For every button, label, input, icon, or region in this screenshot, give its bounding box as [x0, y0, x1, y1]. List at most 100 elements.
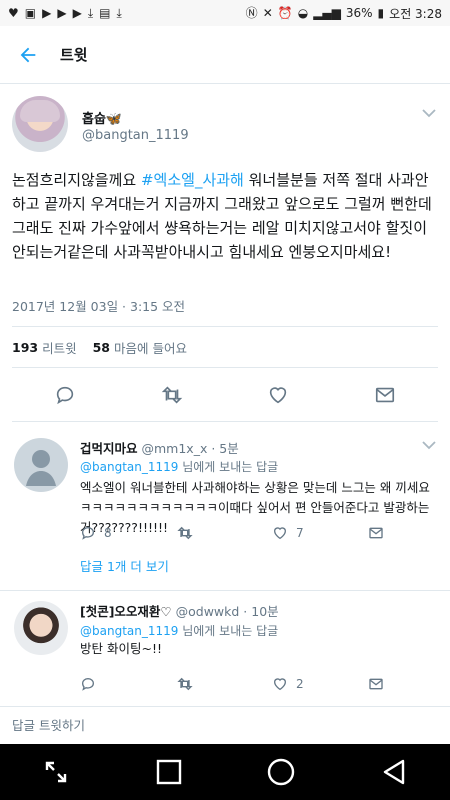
like-count[interactable]: 58 [93, 340, 110, 355]
replying-to-handle[interactable]: @bangtan_1119 [80, 624, 178, 638]
reply-author-name[interactable]: [첫콘]오오재환♡ [80, 604, 172, 619]
reply-button[interactable]: 8 [80, 525, 176, 541]
retweet-button[interactable] [152, 375, 192, 415]
reply-compose-field[interactable]: 답글 트윗하기 [0, 706, 450, 740]
back-button[interactable] [0, 26, 56, 84]
status-bar: ♥ ▣ ▶ ▶ ▶ ⤓ ▤ ⤓ Ⓝ ✕ ⏰ ◒ ▂▄▆ 36% ▮ 오전 3:2… [0, 0, 450, 26]
battery-icon: ▮ [377, 6, 385, 20]
system-navigation-bar [0, 744, 450, 800]
default-person-icon [26, 450, 56, 486]
tweet-timestamp: 2017년 12월 03일 · 3:15 오전 [12, 299, 186, 314]
like-button[interactable] [258, 375, 298, 415]
heart-icon [273, 527, 287, 540]
like-label[interactable]: 마음에 들어요 [114, 338, 187, 357]
download-icon: ⤓ [87, 6, 94, 20]
like-button[interactable]: 7 [272, 525, 368, 541]
home-button[interactable] [253, 744, 309, 800]
reply-author-name[interactable]: 겁먹지마요 [80, 441, 138, 456]
tweet-stats: 193 리트윗 58 마음에 들어요 [12, 326, 438, 368]
share-button[interactable] [368, 676, 384, 692]
page-title: 트윗 [60, 46, 88, 64]
signal-icon: ▂▄▆ [313, 6, 341, 20]
tweet-author: 홉숩🦋 @bangtan_1119 [0, 84, 450, 164]
tweet-text-start: 논점흐리지않을께요 [12, 171, 141, 189]
author-name[interactable]: 홉숩🦋 [82, 108, 122, 127]
main-tweet: 홉숩🦋 @bangtan_1119 논점흐리지않을께요 #엑소엘_사과해 워너블… [0, 84, 450, 422]
clock: 오전 3:28 [389, 6, 442, 21]
chevron-down-icon[interactable] [422, 106, 436, 122]
speech-bubble-icon [81, 677, 95, 691]
replying-to-suffix: 님에게 보내는 답글 [178, 460, 279, 474]
retweet-label[interactable]: 리트윗 [42, 338, 77, 357]
youtube-notification-icon: ▶ [57, 6, 67, 20]
chevron-down-svg [422, 441, 436, 450]
triangle-back-icon [383, 759, 404, 785]
reply-tweet[interactable]: 겁먹지마요 @mm1x_x · 5분 @bangtan_1119 님에게 보내는… [0, 424, 450, 590]
reply-actions: 2 [80, 671, 430, 697]
share-button[interactable] [368, 525, 384, 541]
replying-to-suffix: 님에게 보내는 답글 [178, 624, 279, 638]
image-notification-icon: ▣ [24, 6, 37, 20]
tweet-text: 논점흐리지않을께요 #엑소엘_사과해 워너블분들 저쪽 절대 사과안하고 끝까지… [0, 164, 450, 284]
replying-to-handle[interactable]: @bangtan_1119 [80, 460, 178, 474]
hashtag-link[interactable]: #엑소엘_사과해 [141, 171, 244, 189]
reply-count: 8 [104, 526, 112, 540]
download-icon: ⤓ [116, 6, 122, 20]
envelope-icon [369, 678, 383, 690]
mute-icon: ✕ [262, 6, 273, 20]
show-more-replies-link[interactable]: 답글 1개 더 보기 [80, 556, 169, 575]
reply-button[interactable] [80, 676, 176, 692]
alarm-icon: ⏰ [277, 6, 293, 20]
reply-text: 방탄 화이팅~!! [80, 641, 162, 656]
circle-icon [268, 758, 295, 786]
expand-icon [46, 761, 67, 783]
author-handle[interactable]: @bangtan_1119 [82, 128, 189, 143]
envelope-icon [369, 527, 383, 539]
speech-bubble-icon [57, 386, 74, 404]
notification-icons: ♥ ▣ ▶ ▶ ▶ ⤓ ▤ ⤓ [8, 6, 122, 20]
heart-notification-icon: ♥ [8, 6, 19, 20]
like-count: 7 [296, 526, 304, 540]
reply-header: 겁먹지마요 @mm1x_x · 5분 [80, 438, 239, 457]
chevron-down-icon[interactable] [422, 438, 436, 454]
square-icon [156, 759, 181, 785]
retweet-button[interactable] [176, 676, 272, 692]
back-nav-button[interactable] [366, 744, 422, 800]
system-status-icons: Ⓝ ✕ ⏰ ◒ ▂▄▆ 36% ▮ 오전 3:28 [246, 5, 442, 22]
like-button[interactable]: 2 [272, 676, 368, 692]
retweet-button[interactable] [176, 525, 272, 541]
recent-apps-button[interactable] [141, 744, 197, 800]
author-avatar[interactable] [12, 96, 68, 152]
avatar-hair [20, 100, 60, 122]
reply-actions: 8 7 [80, 520, 430, 546]
heart-icon [273, 678, 287, 691]
reply-button[interactable] [45, 375, 85, 415]
reply-tweet[interactable]: [첫콘]오오재환♡ @odwwkd · 10분 @bangtan_1119 님에… [0, 591, 450, 705]
like-count: 2 [296, 677, 304, 691]
retweet-icon [177, 526, 193, 540]
app-notification-icon: ▤ [99, 6, 111, 20]
chevron-down-svg [422, 109, 436, 118]
reply-author-handle[interactable]: @mm1x_x · 5분 [142, 441, 239, 456]
wifi-icon: ◒ [297, 6, 309, 20]
default-avatar[interactable] [14, 438, 68, 492]
expand-screen-button[interactable] [28, 744, 84, 800]
share-button[interactable] [365, 375, 405, 415]
reply-author-handle[interactable]: @odwwkd · 10분 [176, 604, 279, 619]
retweet-count[interactable]: 193 [12, 340, 38, 355]
reply-header: [첫콘]오오재환♡ @odwwkd · 10분 [80, 601, 279, 620]
envelope-icon [375, 387, 394, 402]
replying-to: @bangtan_1119 님에게 보내는 답글 [80, 622, 278, 639]
youtube-notification-icon: ▶ [72, 6, 82, 20]
speech-bubble-icon [81, 526, 95, 540]
retweet-icon [161, 385, 182, 404]
tweet-actions [12, 368, 438, 422]
nfc-icon: Ⓝ [245, 6, 258, 20]
app-header: 트윗 [0, 26, 450, 84]
battery-level: 36% [345, 6, 373, 20]
replying-to: @bangtan_1119 님에게 보내는 답글 [80, 458, 278, 475]
youtube-notification-icon: ▶ [42, 6, 52, 20]
reply-avatar[interactable] [14, 601, 68, 655]
heart-icon [270, 386, 287, 403]
arrow-left-icon [20, 47, 36, 62]
